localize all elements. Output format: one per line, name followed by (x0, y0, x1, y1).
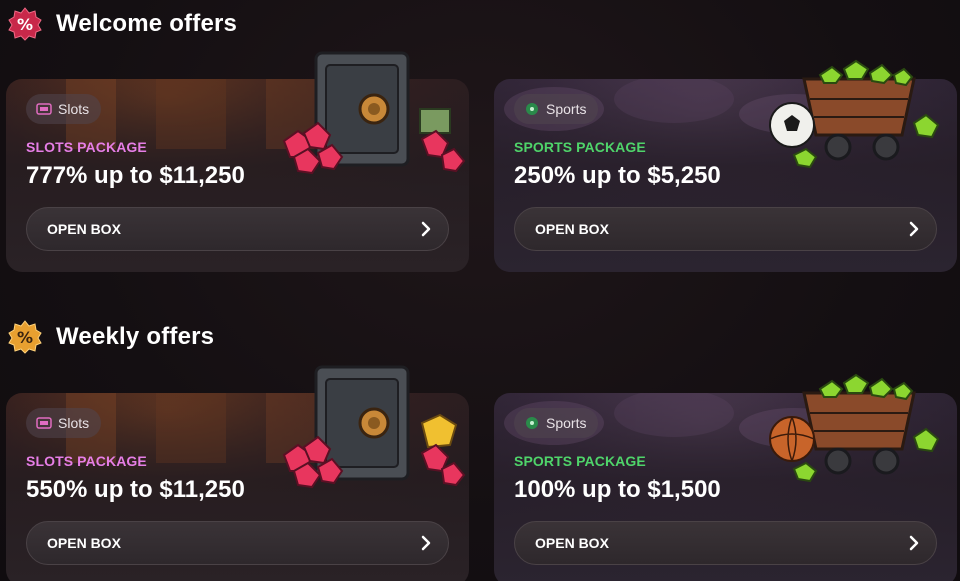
slot-machine-icon (36, 103, 52, 115)
offer-card-slots-weekly[interactable]: Slots SLOTS PACKAGE 550% up to $11,250 O… (6, 365, 469, 581)
package-label: SLOTS PACKAGE (26, 453, 147, 469)
chip-label: Sports (546, 415, 587, 431)
weekly-offers-header: % Weekly offers (8, 320, 214, 354)
chevron-right-icon (421, 535, 431, 551)
open-box-button[interactable]: OPEN BOX (26, 207, 449, 251)
offer-amount: 100% up to $1,500 (514, 476, 721, 503)
category-chip-slots[interactable]: Slots (26, 408, 102, 438)
offer-card-sports-weekly[interactable]: Sports SPORTS PACKAGE 100% up to $1,500 … (494, 373, 957, 581)
category-chip-sports[interactable]: Sports (514, 94, 599, 124)
offer-card-slots-welcome[interactable]: Slots SLOTS PACKAGE 777% up to $11,250 O… (6, 51, 469, 272)
percent-badge-icon: % (8, 320, 42, 354)
category-chip-sports[interactable]: Sports (514, 408, 599, 438)
chip-label: Slots (58, 101, 90, 117)
open-box-button[interactable]: OPEN BOX (514, 521, 937, 565)
chevron-right-icon (421, 221, 431, 237)
slot-machine-icon (36, 417, 52, 429)
sports-ball-icon (526, 103, 538, 115)
welcome-offers-header: % Welcome offers (8, 7, 237, 41)
package-label: SPORTS PACKAGE (514, 139, 646, 155)
section-title: Weekly offers (56, 323, 215, 350)
sports-ball-icon (526, 417, 538, 429)
package-label: SPORTS PACKAGE (514, 453, 646, 469)
package-label: SLOTS PACKAGE (26, 139, 147, 155)
chevron-right-icon (909, 535, 919, 551)
open-box-button[interactable]: OPEN BOX (514, 207, 937, 251)
offer-amount: 250% up to $5,250 (514, 162, 721, 189)
category-chip-slots[interactable]: Slots (26, 94, 102, 124)
percent-badge-icon: % (8, 7, 42, 41)
chip-label: Sports (546, 101, 587, 117)
chip-label: Slots (58, 415, 90, 431)
offer-card-sports-welcome[interactable]: Sports SPORTS PACKAGE 250% up to $5,250 … (494, 59, 957, 272)
section-title: Welcome offers (56, 10, 238, 37)
open-box-button[interactable]: OPEN BOX (26, 521, 449, 565)
chevron-right-icon (909, 221, 919, 237)
offer-amount: 777% up to $11,250 (26, 162, 245, 189)
offer-amount: 550% up to $11,250 (26, 476, 245, 503)
